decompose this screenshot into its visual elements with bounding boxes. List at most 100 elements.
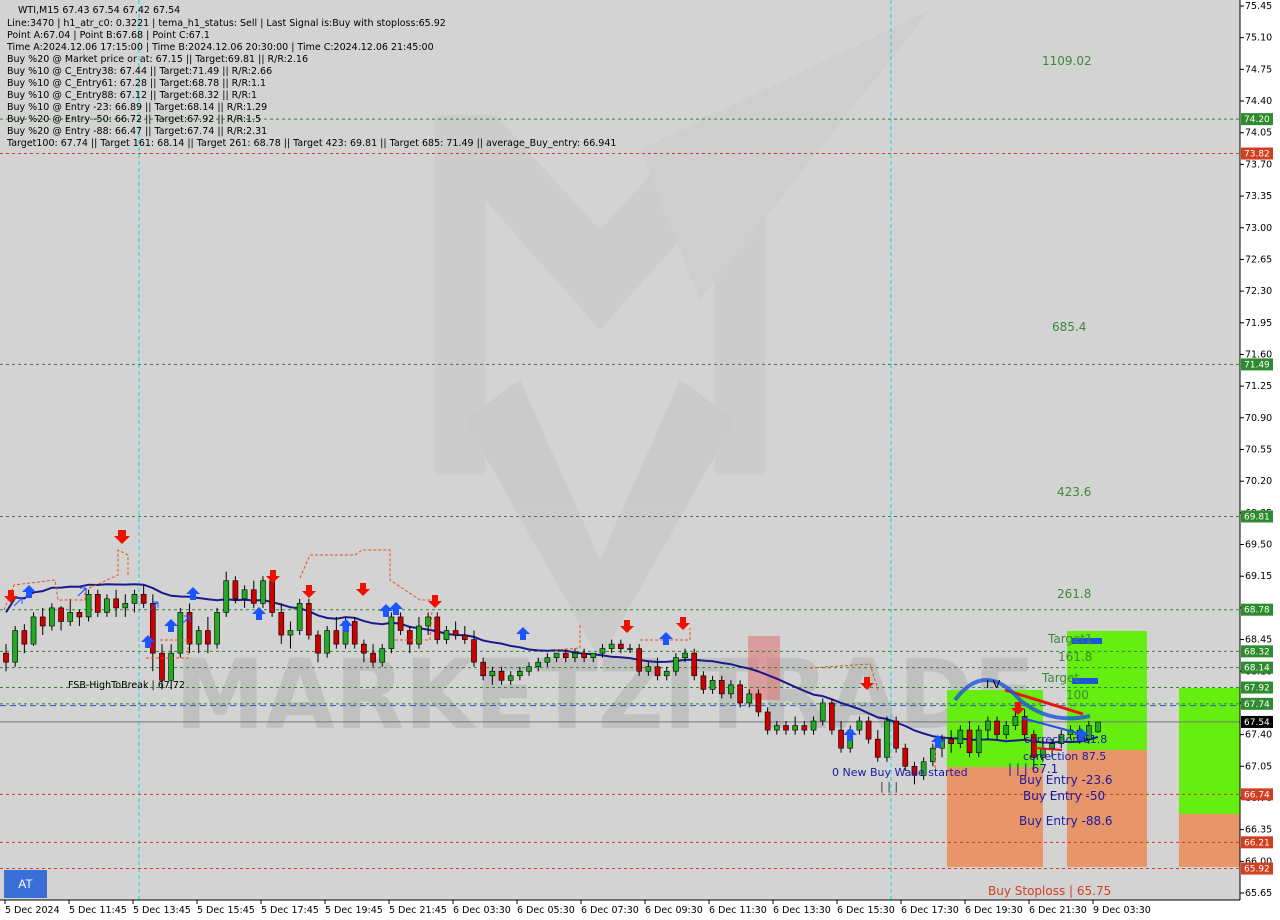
candle-body	[709, 680, 716, 690]
candle-body	[480, 661, 487, 677]
candle-body	[746, 693, 753, 704]
candle-body	[122, 603, 129, 609]
candle-body	[517, 670, 523, 677]
price-tick-label: 70.55	[1245, 445, 1272, 456]
candle-body	[168, 652, 174, 681]
at-button[interactable]: AT	[4, 870, 47, 898]
price-tick-label: 65.65	[1245, 888, 1272, 899]
candle-body	[260, 580, 266, 604]
candle-body	[223, 580, 230, 613]
candle	[884, 716, 890, 762]
candle	[893, 716, 899, 753]
candle-body	[104, 598, 110, 613]
candle-body	[12, 630, 18, 663]
candle	[269, 576, 275, 617]
level-tag-label: 66.21	[1244, 838, 1270, 848]
date-tick-label: 9 Dec 03:30	[1093, 905, 1151, 916]
info-line: Buy %20 @ Entry -50: 66.72 || Target:67.…	[7, 114, 261, 125]
info-line: Buy %10 @ Entry -23: 66.89 || Target:68.…	[7, 102, 267, 113]
date-tick-label: 6 Dec 15:30	[837, 905, 895, 916]
candle-body	[1003, 725, 1010, 735]
level-tag-label: 71.49	[1244, 360, 1270, 370]
date-tick-label: 6 Dec 21:30	[1029, 905, 1087, 916]
candle-body	[250, 589, 257, 604]
date-tick-label: 5 Dec 15:45	[197, 905, 255, 916]
candle-body	[764, 711, 771, 731]
price-chart[interactable]: MARKETZITRADE 1109.02 685.4 423.6 261.8 …	[0, 0, 1280, 920]
candle-body	[783, 725, 789, 731]
level-tag-label: 67.54	[1244, 718, 1270, 728]
candle-body	[902, 747, 909, 767]
price-tick-label: 72.30	[1245, 286, 1272, 297]
candle-body	[177, 612, 184, 654]
level-tag-label: 69.81	[1244, 512, 1270, 522]
orange-zone-2	[1067, 750, 1147, 867]
date-tick-label: 6 Dec 19:30	[965, 905, 1023, 916]
candle-body	[654, 666, 661, 677]
price-tick-label: 74.40	[1245, 96, 1272, 107]
target1-label: Target1	[1047, 632, 1093, 646]
candle-body	[94, 594, 101, 613]
candle-body	[627, 648, 633, 650]
candle	[305, 598, 312, 640]
candle-body	[994, 720, 1000, 735]
candle-body	[489, 670, 496, 677]
target-label: Target	[1041, 671, 1079, 685]
price-tick-label: 67.05	[1245, 761, 1272, 772]
candle-body	[159, 652, 165, 681]
info-line: Line:3470 | h1_atr_c0: 0.3221 | tema_h1_…	[7, 18, 446, 29]
candle-body	[452, 630, 459, 636]
candle-body	[966, 729, 973, 754]
candle-body	[205, 630, 211, 645]
level-tag-label: 74.20	[1244, 115, 1270, 125]
candle-body	[829, 702, 835, 731]
candle-body	[645, 666, 652, 672]
candle-body	[397, 616, 404, 631]
candle-body	[113, 598, 119, 609]
date-tick-label: 5 Dec 21:45	[389, 905, 447, 916]
level-1109-label: 1109.02	[1042, 54, 1092, 68]
candle-body	[296, 603, 303, 631]
price-tick-label: 69.15	[1245, 571, 1272, 582]
candle-body	[76, 612, 83, 618]
candle-body	[214, 612, 220, 645]
level-tag-label: 67.92	[1244, 684, 1270, 694]
level-tag-label: 68.32	[1244, 647, 1270, 657]
candle	[30, 612, 37, 646]
candle-body	[425, 616, 431, 627]
candle	[85, 589, 92, 622]
candle-body	[241, 589, 248, 600]
candle	[636, 644, 643, 676]
date-tick-label: 5 Dec 2024	[5, 905, 60, 916]
date-tick-label: 6 Dec 05:30	[517, 905, 575, 916]
candle-body	[773, 725, 780, 731]
candle-body	[278, 612, 285, 636]
candle-body	[140, 594, 147, 604]
candle-body	[30, 616, 37, 645]
price-tick-label: 73.35	[1245, 191, 1272, 202]
price-tick-label: 75.45	[1245, 1, 1272, 12]
orange-zone-3	[1179, 814, 1240, 867]
candle-body	[856, 720, 863, 731]
candle-body	[67, 612, 74, 622]
candle-body	[131, 594, 138, 604]
candle-body	[498, 670, 505, 681]
candle	[324, 625, 331, 658]
candle	[691, 648, 698, 681]
candle-body	[305, 603, 312, 636]
candle-body	[544, 657, 551, 663]
buy-wave-label: 0 New Buy Wave started	[832, 766, 968, 779]
date-tick-label: 6 Dec 13:30	[773, 905, 831, 916]
candle-body	[608, 643, 615, 649]
candle-body	[682, 652, 688, 658]
candle	[260, 576, 266, 608]
price-tick-label: 70.90	[1245, 413, 1272, 424]
candle-body	[572, 652, 578, 658]
date-tick-label: 5 Dec 13:45	[133, 905, 191, 916]
candle-body	[471, 639, 477, 663]
candle-body	[893, 720, 899, 749]
price-axis: 75.45 75.10 74.75 74.40 74.05 73.70 73.35 73.00…	[1240, 1, 1272, 899]
level-tag-label: 68.14	[1244, 664, 1270, 674]
candle-body	[985, 720, 991, 731]
candle	[177, 607, 184, 658]
